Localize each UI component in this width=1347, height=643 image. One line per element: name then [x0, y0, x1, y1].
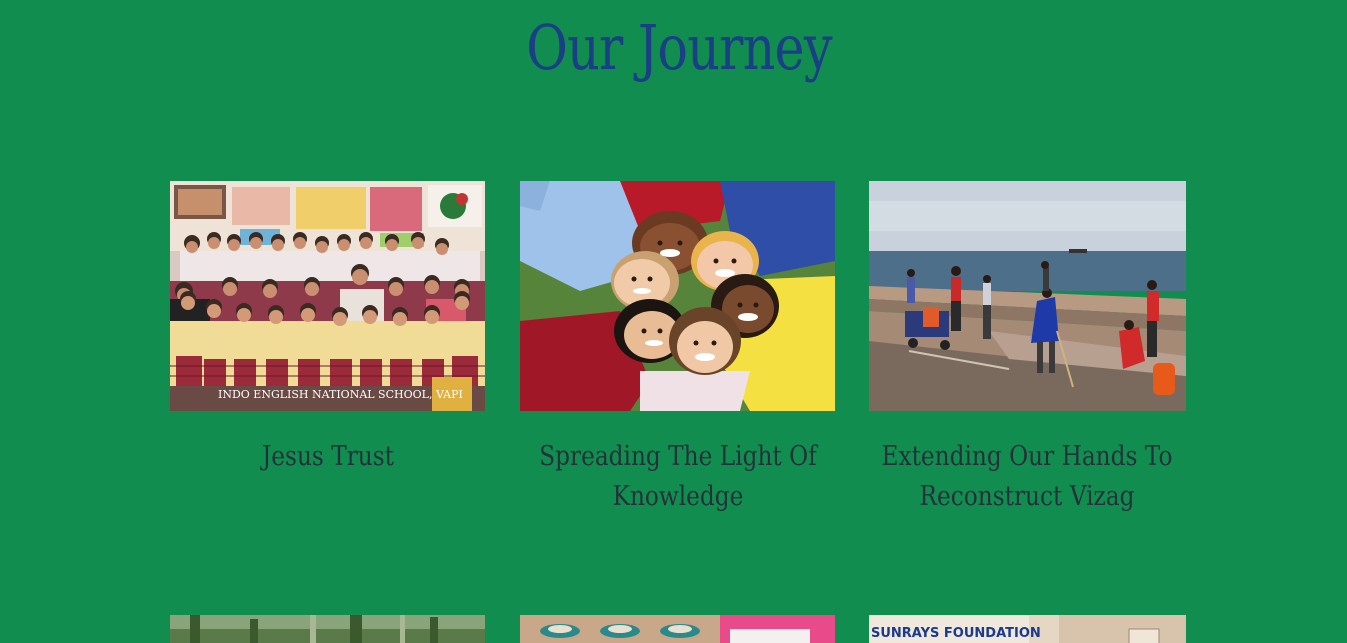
children-circle-photo — [520, 181, 835, 411]
beach-cleanup-photo — [869, 181, 1186, 411]
card-title[interactable]: Jesus Trust — [175, 437, 481, 477]
banner-text: SUNRAYS FOUNDATION — [871, 626, 1041, 641]
journey-card-bottom-3[interactable]: SUNRAYS FOUNDATION — [869, 615, 1186, 643]
card-title[interactable]: Spreading The Light Of Knowledge — [525, 437, 831, 517]
card-title[interactable]: Extending Our Hands To Reconstruct Vizag — [874, 437, 1180, 517]
card-photo-beach-cleanup[interactable] — [869, 181, 1186, 411]
card-photo-children-circle[interactable] — [520, 181, 835, 411]
journey-card-bottom-2[interactable] — [520, 615, 835, 643]
school-class-photo: INDO ENGLISH NATIONAL SCHOOL, VAPI — [170, 181, 485, 411]
forest-photo — [170, 615, 485, 643]
photo-caption: INDO ENGLISH NATIONAL SCHOOL, VAPI — [218, 388, 463, 401]
journey-card-bottom-1[interactable] — [170, 615, 485, 643]
card-photo-school-class[interactable]: INDO ENGLISH NATIONAL SCHOOL, VAPI — [170, 181, 485, 411]
banner-photo: SUNRAYS FOUNDATION — [869, 615, 1186, 643]
page-title: Our Journey — [526, 11, 832, 84]
journey-section: Our Journey INDO ENGLISH NATIONAL SCHOOL… — [0, 0, 1347, 643]
plates-photo — [520, 615, 835, 643]
